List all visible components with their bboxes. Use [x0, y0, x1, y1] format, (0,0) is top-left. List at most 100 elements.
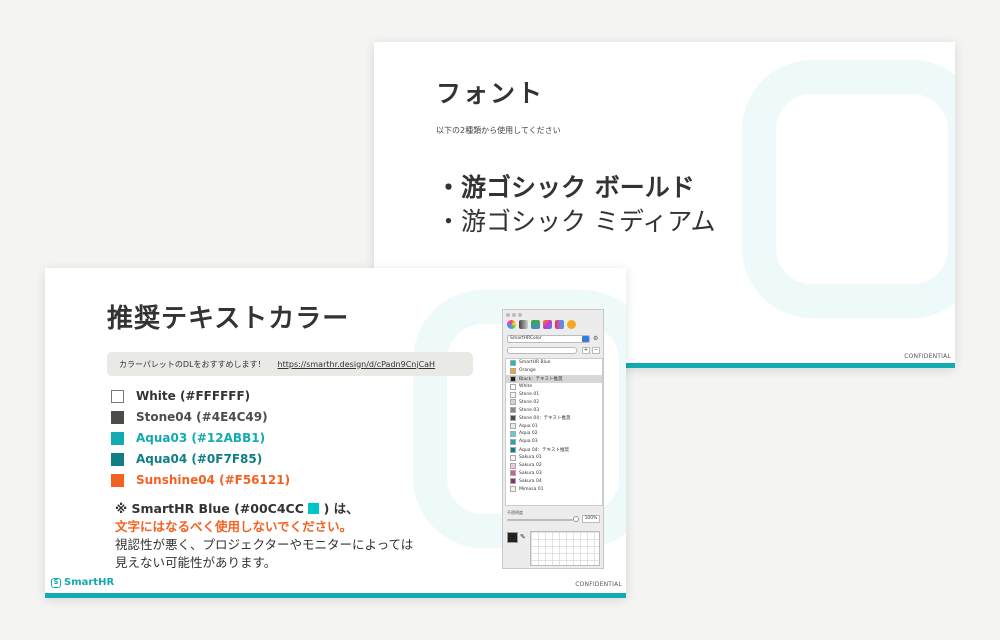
- color-swatch: [111, 389, 124, 403]
- pencils-icon[interactable]: [555, 320, 564, 329]
- color-list-label: Stone 04：テキスト推奨: [519, 416, 571, 422]
- color-list-label: Orange: [519, 368, 536, 374]
- color-list-swatch: [510, 446, 516, 453]
- color-row-sunshine04: Sunshine04 (#F56121): [111, 473, 290, 487]
- palette-select-value: SmartHRColor: [510, 336, 542, 341]
- smarthr-blue-warning: ※ SmartHR Blue (#00C4CC ) は、 文字にはなるべく使用し…: [115, 500, 413, 572]
- color-list-item[interactable]: Aqua 02: [506, 430, 602, 438]
- color-list: SmartHR Blue Orange Black：テキスト推奨 White Stone…: [505, 358, 603, 506]
- warning-emphasis: 文字にはなるべく使用しないでください。: [115, 519, 353, 534]
- gear-icon[interactable]: ⚙: [593, 335, 598, 342]
- palette-download-link[interactable]: https://smarthr.design/d/cPadn9CnjCaH: [278, 360, 436, 369]
- color-list-label: Stone 01: [519, 392, 540, 397]
- logo-watermark: [742, 60, 955, 318]
- warning-heading: ※ SmartHR Blue (#00C4CC ) は、: [115, 500, 413, 518]
- slide-title: 推奨テキストカラー: [107, 304, 350, 334]
- color-slide: 推奨テキストカラー カラーパレットのDLをおすすめします！ https://sm…: [45, 268, 626, 598]
- color-list-item[interactable]: Aqua 04：テキスト推奨: [506, 446, 602, 454]
- opacity-slider-handle[interactable]: [573, 516, 579, 522]
- color-list-swatch: [510, 478, 516, 485]
- color-list-label: Black：テキスト推奨: [519, 376, 563, 382]
- opacity-slider[interactable]: [507, 519, 573, 521]
- image-palettes-icon[interactable]: [543, 320, 552, 329]
- color-list-swatch: [510, 367, 516, 374]
- zoom-window-button[interactable]: [518, 313, 522, 317]
- opacity-value-field[interactable]: 100%: [582, 515, 600, 523]
- color-list-swatch: [510, 399, 516, 406]
- color-list-swatch: [510, 470, 516, 477]
- color-list-item[interactable]: Stone 04：テキスト推奨: [506, 414, 602, 422]
- color-list-item[interactable]: Sakura 04: [506, 477, 602, 485]
- slide-footer-bar: [45, 593, 626, 598]
- color-list-label: White: [519, 384, 533, 390]
- eyedropper-icon[interactable]: ✎: [520, 533, 526, 541]
- color-row-stone04: Stone04 (#4E4C49): [111, 410, 268, 424]
- remove-color-button[interactable]: −: [592, 347, 600, 354]
- color-list-swatch: [510, 415, 516, 422]
- color-list-label: Stone 03: [519, 407, 540, 413]
- confidential-label: CONFIDENTIAL: [904, 353, 951, 360]
- color-row-aqua03: Aqua03 (#12ABB1): [111, 431, 265, 445]
- add-color-button[interactable]: +: [582, 347, 590, 354]
- opacity-label: 不透明度: [507, 510, 523, 515]
- color-label: White (#FFFFFF): [136, 389, 251, 403]
- color-list-label: SmartHR Blue: [519, 360, 551, 366]
- smarthr-logo: S SmartHR: [51, 577, 114, 588]
- color-list-label: Stone 02: [519, 399, 540, 405]
- color-list-item[interactable]: Stone 02: [506, 398, 602, 406]
- color-swatch: [111, 410, 124, 424]
- color-list-item[interactable]: White: [506, 383, 602, 391]
- color-list-item[interactable]: Sakura 02: [506, 462, 602, 470]
- color-list-swatch: [510, 383, 516, 390]
- color-list-label: Sakura 02: [519, 463, 542, 469]
- color-list-swatch: [510, 462, 516, 469]
- color-list-swatch: [510, 407, 516, 414]
- sliders-icon[interactable]: [519, 320, 528, 329]
- color-swatch: [111, 473, 124, 487]
- color-list-swatch: [510, 486, 516, 493]
- color-list-item[interactable]: Aqua 03: [506, 438, 602, 446]
- palette-download-note: カラーパレットのDLをおすすめします！ https://smarthr.desi…: [107, 352, 473, 376]
- color-list-label: Sakura 03: [519, 470, 542, 476]
- minimize-window-button[interactable]: [512, 313, 516, 317]
- color-search-input[interactable]: [507, 347, 577, 354]
- palettes-icon[interactable]: [531, 320, 540, 329]
- color-list-item[interactable]: Stone 03: [506, 406, 602, 414]
- color-wheel-icon[interactable]: [507, 320, 516, 329]
- color-list-item[interactable]: Stone 01: [506, 391, 602, 399]
- palette-note-text: カラーパレットのDLをおすすめします！: [119, 359, 266, 369]
- close-window-button[interactable]: [506, 313, 510, 317]
- color-row-white: White (#FFFFFF): [111, 389, 250, 403]
- current-color-well[interactable]: [507, 532, 518, 543]
- color-list-item[interactable]: Sakura 03: [506, 469, 602, 477]
- color-swatch: [111, 431, 124, 445]
- color-swatch: [111, 452, 124, 466]
- color-list-label: Aqua 03: [519, 439, 538, 445]
- warning-line: 視認性が悪く、プロジェクターやモニターによっては: [115, 537, 414, 552]
- warning-suffix: ) は、: [323, 501, 359, 516]
- logo-text: SmartHR: [64, 577, 115, 588]
- confidential-label: CONFIDENTIAL: [575, 581, 622, 588]
- color-list-item[interactable]: Orange: [506, 367, 602, 375]
- logo-mark: S: [51, 577, 61, 588]
- color-list-item[interactable]: Mimosa 01: [506, 485, 602, 493]
- color-list-item[interactable]: Aqua 01: [506, 422, 602, 430]
- slide-subtitle: 以下の2種類から使用してください: [436, 126, 561, 135]
- color-picker-panel: SmartHRColor ⚙ + − SmartHR Blue Orange Bla…: [502, 309, 604, 569]
- color-label: Stone04 (#4E4C49): [136, 410, 268, 424]
- color-list-swatch: [510, 454, 516, 461]
- color-label: Sunshine04 (#F56121): [136, 473, 291, 487]
- font-item-medium: ・游ゴシック ミディアム: [436, 207, 716, 236]
- crayons-icon[interactable]: [567, 320, 576, 329]
- color-list-label: Sakura 01: [519, 455, 542, 461]
- warning-line: 見えない可能性があります。: [115, 555, 277, 570]
- color-list-swatch: [510, 391, 516, 398]
- color-list-label: Aqua 04：テキスト推奨: [519, 447, 569, 453]
- color-list-item[interactable]: SmartHR Blue: [506, 359, 602, 367]
- color-list-item[interactable]: Black：テキスト推奨: [506, 374, 602, 383]
- color-list-swatch: [510, 359, 516, 366]
- palette-select[interactable]: SmartHRColor: [507, 335, 590, 343]
- color-list-item[interactable]: Sakura 01: [506, 454, 602, 462]
- swatch-grid[interactable]: [530, 531, 600, 566]
- color-list-swatch: [510, 438, 516, 445]
